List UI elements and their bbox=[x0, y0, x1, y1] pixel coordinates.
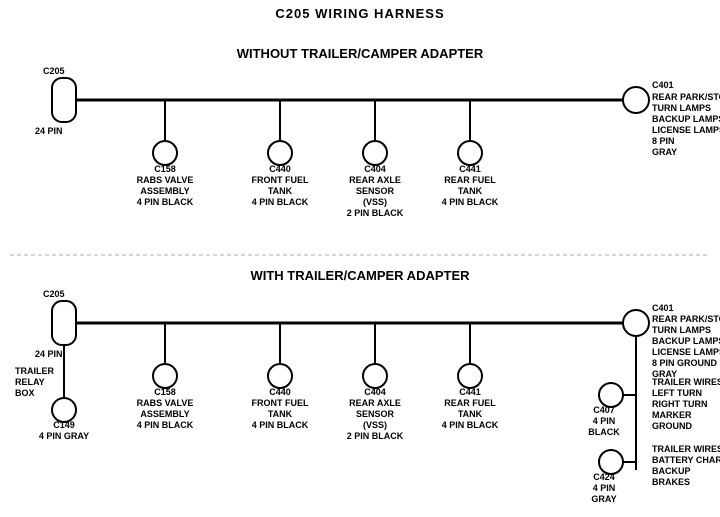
svg-text:2 PIN BLACK: 2 PIN BLACK bbox=[347, 431, 404, 441]
svg-text:BOX: BOX bbox=[15, 388, 35, 398]
svg-text:4 PIN BLACK: 4 PIN BLACK bbox=[252, 420, 309, 430]
svg-text:TRAILER WIRES: TRAILER WIRES bbox=[652, 377, 720, 387]
svg-text:24 PIN: 24 PIN bbox=[35, 349, 63, 359]
svg-text:TRAILER WIRES: TRAILER WIRES bbox=[652, 444, 720, 454]
svg-text:2 PIN BLACK: 2 PIN BLACK bbox=[347, 208, 404, 218]
svg-text:C205: C205 bbox=[43, 289, 65, 299]
svg-text:ASSEMBLY: ASSEMBLY bbox=[140, 409, 189, 419]
svg-text:C424: C424 bbox=[593, 472, 615, 482]
svg-text:RABS VALVE: RABS VALVE bbox=[137, 175, 194, 185]
svg-text:24 PIN: 24 PIN bbox=[35, 126, 63, 136]
svg-text:(VSS): (VSS) bbox=[363, 197, 387, 207]
svg-text:LICENSE LAMPS: LICENSE LAMPS bbox=[652, 347, 720, 357]
svg-text:BACKUP LAMPS: BACKUP LAMPS bbox=[652, 336, 720, 346]
svg-text:C401: C401 bbox=[652, 80, 674, 90]
svg-text:RABS VALVE: RABS VALVE bbox=[137, 398, 194, 408]
svg-text:(VSS): (VSS) bbox=[363, 420, 387, 430]
svg-text:RELAY: RELAY bbox=[15, 377, 45, 387]
svg-text:GRAY: GRAY bbox=[652, 147, 677, 157]
svg-text:TURN LAMPS: TURN LAMPS bbox=[652, 325, 711, 335]
svg-text:LICENSE LAMPS: LICENSE LAMPS bbox=[652, 125, 720, 135]
svg-text:C158: C158 bbox=[154, 387, 176, 397]
svg-text:4 PIN BLACK: 4 PIN BLACK bbox=[252, 197, 309, 207]
svg-text:WITH TRAILER/CAMPER ADAPTER: WITH TRAILER/CAMPER ADAPTER bbox=[250, 268, 470, 283]
svg-text:TURN LAMPS: TURN LAMPS bbox=[652, 103, 711, 113]
svg-text:RIGHT TURN: RIGHT TURN bbox=[652, 399, 708, 409]
svg-text:REAR PARK/STOP: REAR PARK/STOP bbox=[652, 92, 720, 102]
svg-text:4 PIN BLACK: 4 PIN BLACK bbox=[137, 420, 194, 430]
svg-text:C440: C440 bbox=[269, 164, 291, 174]
svg-text:C158: C158 bbox=[154, 164, 176, 174]
svg-text:TANK: TANK bbox=[458, 409, 483, 419]
main-canvas: C205 WIRING HARNESS WITHOUT TRAILER/CAMP… bbox=[0, 0, 720, 517]
svg-text:MARKER: MARKER bbox=[652, 410, 692, 420]
svg-text:REAR AXLE: REAR AXLE bbox=[349, 175, 401, 185]
svg-text:C404: C404 bbox=[364, 164, 386, 174]
svg-text:SENSOR: SENSOR bbox=[356, 409, 395, 419]
svg-text:LEFT TURN: LEFT TURN bbox=[652, 388, 702, 398]
svg-text:TANK: TANK bbox=[268, 409, 293, 419]
svg-text:TANK: TANK bbox=[458, 186, 483, 196]
svg-text:BACKUP LAMPS: BACKUP LAMPS bbox=[652, 114, 720, 124]
svg-text:BACKUP: BACKUP bbox=[652, 466, 691, 476]
svg-text:4 PIN BLACK: 4 PIN BLACK bbox=[442, 420, 499, 430]
svg-text:4 PIN BLACK: 4 PIN BLACK bbox=[137, 197, 194, 207]
svg-text:REAR FUEL: REAR FUEL bbox=[444, 398, 496, 408]
wiring-diagram: WITHOUT TRAILER/CAMPER ADAPTER C205 24 P… bbox=[0, 0, 720, 517]
svg-text:C205: C205 bbox=[43, 66, 65, 76]
svg-text:C407: C407 bbox=[593, 405, 615, 415]
svg-text:BRAKES: BRAKES bbox=[652, 477, 690, 487]
svg-text:4 PIN GRAY: 4 PIN GRAY bbox=[39, 431, 89, 441]
svg-text:4 PIN BLACK: 4 PIN BLACK bbox=[442, 197, 499, 207]
svg-text:BLACK: BLACK bbox=[588, 427, 620, 437]
svg-text:8 PIN GROUND: 8 PIN GROUND bbox=[652, 358, 718, 368]
svg-text:REAR AXLE: REAR AXLE bbox=[349, 398, 401, 408]
svg-text:C441: C441 bbox=[459, 164, 481, 174]
svg-text:C401: C401 bbox=[652, 303, 674, 313]
svg-text:SENSOR: SENSOR bbox=[356, 186, 395, 196]
svg-text:WITHOUT TRAILER/CAMPER ADAPTE: WITHOUT TRAILER/CAMPER ADAPTER bbox=[237, 46, 484, 61]
svg-text:FRONT FUEL: FRONT FUEL bbox=[252, 398, 309, 408]
svg-text:8 PIN: 8 PIN bbox=[652, 136, 675, 146]
svg-text:FRONT FUEL: FRONT FUEL bbox=[252, 175, 309, 185]
svg-text:C404: C404 bbox=[364, 387, 386, 397]
svg-text:TRAILER: TRAILER bbox=[15, 366, 54, 376]
svg-text:C149: C149 bbox=[53, 420, 75, 430]
svg-text:C440: C440 bbox=[269, 387, 291, 397]
svg-text:GROUND: GROUND bbox=[652, 421, 692, 431]
svg-text:BATTERY CHARGE: BATTERY CHARGE bbox=[652, 455, 720, 465]
svg-text:REAR FUEL: REAR FUEL bbox=[444, 175, 496, 185]
svg-text:GRAY: GRAY bbox=[591, 494, 616, 504]
svg-text:ASSEMBLY: ASSEMBLY bbox=[140, 186, 189, 196]
svg-text:TANK: TANK bbox=[268, 186, 293, 196]
svg-text:4 PIN: 4 PIN bbox=[593, 483, 616, 493]
svg-text:REAR PARK/STOP: REAR PARK/STOP bbox=[652, 314, 720, 324]
svg-text:C441: C441 bbox=[459, 387, 481, 397]
svg-text:4 PIN: 4 PIN bbox=[593, 416, 616, 426]
